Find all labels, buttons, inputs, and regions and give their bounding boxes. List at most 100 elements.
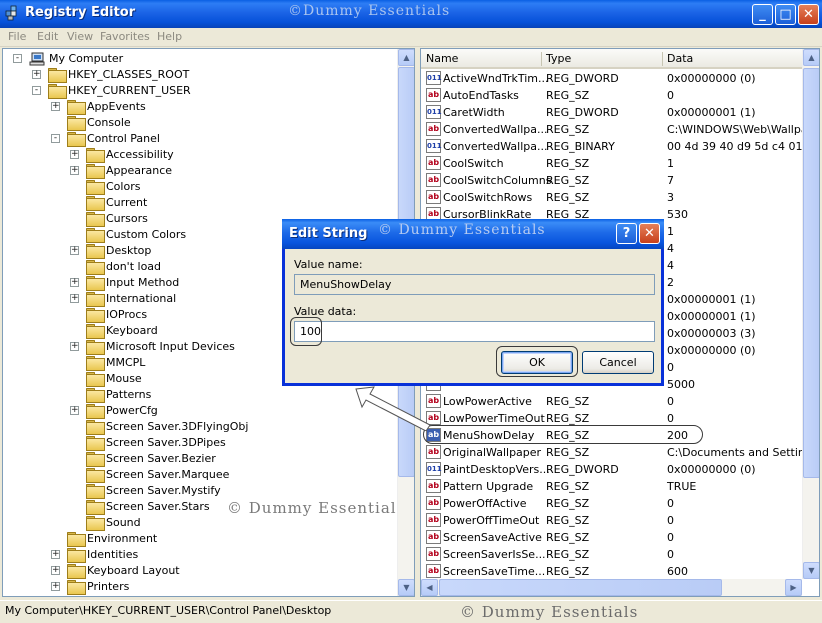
tree-item[interactable]: Colors <box>3 179 393 195</box>
column-separator <box>541 52 542 66</box>
scroll-up-icon[interactable]: ▲ <box>398 49 414 66</box>
tree-item[interactable]: Environment <box>3 531 393 547</box>
list-row[interactable]: ab CoolSwitchRows REG_SZ 3 <box>421 189 803 206</box>
column-type[interactable]: Type <box>546 52 571 65</box>
value-data: 530 <box>667 208 688 221</box>
list-row[interactable]: ab Pattern Upgrade REG_SZ TRUE <box>421 478 803 495</box>
list-scroll-thumb[interactable] <box>803 68 819 478</box>
tree-item[interactable]: + PowerCfg <box>3 403 393 419</box>
tree-item[interactable]: + AppEvents <box>3 99 393 115</box>
menu-favorites[interactable]: Favorites <box>100 30 150 43</box>
list-horizontal-scrollbar[interactable]: ◀ ▶ <box>421 579 802 596</box>
list-row[interactable]: ab PowerOffActive REG_SZ 0 <box>421 495 803 512</box>
expand-icon[interactable]: + <box>70 294 79 303</box>
value-name: ConvertedWallpa... <box>443 140 548 153</box>
expand-icon[interactable]: + <box>70 278 79 287</box>
expand-icon[interactable]: + <box>32 70 41 79</box>
list-row[interactable]: ab OriginalWallpaper REG_SZ C:\Documents an… <box>421 444 819 461</box>
string-value-icon: ab <box>426 190 441 204</box>
edit-string-dialog: Edit String © Dummy Essentials ? ✕ Value… <box>282 219 664 386</box>
string-value-icon: ab <box>426 122 441 136</box>
scroll-left-icon[interactable]: ◀ <box>421 579 438 596</box>
tree-item[interactable]: - Control Panel <box>3 131 393 147</box>
tree-item[interactable]: Screen Saver.Marquee <box>3 467 393 483</box>
expand-icon[interactable]: + <box>70 342 79 351</box>
tree-item[interactable]: Screen Saver.3DPipes <box>3 435 393 451</box>
tree-item[interactable]: - My Computer <box>3 51 393 67</box>
tree-item[interactable]: Screen Saver.Mystify <box>3 483 393 499</box>
tree-item[interactable]: - HKEY_CURRENT_USER <box>3 83 393 99</box>
expand-icon[interactable]: + <box>70 246 79 255</box>
tree-item[interactable]: Screen Saver.Bezier <box>3 451 393 467</box>
close-button[interactable]: ✕ <box>798 4 819 25</box>
list-row[interactable]: ab AutoEndTasks REG_SZ 0 <box>421 87 803 104</box>
list-row[interactable]: 011 ConvertedWallpa... REG_BINARY 00 4d 39 … <box>421 138 803 155</box>
list-row[interactable]: 011 PaintDesktopVers... REG_DWORD 0x0000000… <box>421 461 803 478</box>
column-name[interactable]: Name <box>426 52 458 65</box>
dialog-title-bar[interactable]: Edit String © Dummy Essentials ? ✕ <box>282 219 664 249</box>
title-bar[interactable]: Registry Editor ©Dummy Essentials _ □ ✕ <box>0 0 822 28</box>
tree-item[interactable]: + Appearance <box>3 163 393 179</box>
list-row[interactable]: ab ScreenSaveTime... REG_SZ 600 <box>421 563 803 580</box>
expand-icon[interactable]: + <box>70 166 79 175</box>
value-name: Pattern Upgrade <box>443 480 534 493</box>
tree-item[interactable]: Patterns <box>3 387 393 403</box>
list-row[interactable]: ab ScreenSaveActive REG_SZ 0 <box>421 529 803 546</box>
menu-file[interactable]: File <box>8 30 26 43</box>
menu-help[interactable]: Help <box>157 30 182 43</box>
expand-icon[interactable]: + <box>70 150 79 159</box>
value-name-field: MenuShowDelay <box>294 274 655 295</box>
tree-item[interactable]: Console <box>3 115 393 131</box>
value-name: ActiveWndTrkTim... <box>443 72 549 85</box>
list-row[interactable]: ab ConvertedWallpa... REG_SZ C:\WINDOWS\Web… <box>421 121 815 138</box>
value-name: OriginalWallpaper <box>443 446 542 459</box>
tree-item[interactable]: + Identities <box>3 547 393 563</box>
tree-item[interactable]: + Keyboard Layout <box>3 563 393 579</box>
list-row-selected[interactable]: ab MenuShowDelay REG_SZ 200 <box>421 425 803 444</box>
tree-item[interactable]: + HKEY_CLASSES_ROOT <box>3 67 393 83</box>
list-row[interactable]: ab CoolSwitchColumns REG_SZ 7 <box>421 172 803 189</box>
collapse-icon[interactable]: - <box>32 86 41 95</box>
expand-icon[interactable]: + <box>51 550 60 559</box>
binary-value-icon: 011 <box>426 139 442 153</box>
list-row[interactable]: ab ScreenSaverIsSe... REG_SZ 0 <box>421 546 803 563</box>
list-row[interactable]: ab PowerOffTimeOut REG_SZ 0 <box>421 512 803 529</box>
list-row[interactable]: 011 ActiveWndTrkTim... REG_DWORD 0x00000000… <box>421 70 803 87</box>
column-data[interactable]: Data <box>667 52 693 65</box>
scroll-up-icon[interactable]: ▲ <box>803 49 819 66</box>
scroll-down-icon[interactable]: ▼ <box>803 562 819 579</box>
value-data: 0 <box>667 361 674 374</box>
tree-item[interactable]: Sound <box>3 515 393 531</box>
tree-item[interactable]: Screen Saver.3DFlyingObj <box>3 419 393 435</box>
ok-button[interactable]: OK <box>501 351 573 374</box>
minimize-button[interactable]: _ <box>752 4 773 25</box>
scroll-down-icon[interactable]: ▼ <box>398 579 414 596</box>
expand-icon[interactable]: + <box>70 406 79 415</box>
cancel-button[interactable]: Cancel <box>582 351 654 374</box>
collapse-icon[interactable]: - <box>13 54 22 63</box>
dialog-close-button[interactable]: ✕ <box>639 223 660 244</box>
menu-edit[interactable]: Edit <box>37 30 58 43</box>
expand-icon[interactable]: + <box>51 582 60 591</box>
collapse-icon[interactable]: - <box>51 134 60 143</box>
list-hscroll-thumb[interactable] <box>439 579 722 596</box>
list-row[interactable]: ab LowPowerActive REG_SZ 0 <box>421 393 803 410</box>
list-row[interactable]: ab CoolSwitch REG_SZ 1 <box>421 155 803 172</box>
tree-item[interactable]: + Printers <box>3 579 393 595</box>
value-data-input[interactable]: 100 <box>294 321 655 342</box>
help-button[interactable]: ? <box>616 223 637 244</box>
tree-item[interactable]: + Accessibility <box>3 147 393 163</box>
scroll-right-icon[interactable]: ▶ <box>785 579 802 596</box>
tree-item-label: Keyboard <box>106 324 158 337</box>
tree-item[interactable]: Current <box>3 195 393 211</box>
expand-icon[interactable]: + <box>51 566 60 575</box>
tree-item-label: MMCPL <box>106 356 146 369</box>
value-data-highlight <box>290 317 322 346</box>
list-vertical-scrollbar[interactable]: ▲ ▼ <box>802 49 819 579</box>
expand-icon[interactable]: + <box>51 102 60 111</box>
tree-item-label: Screen Saver.Bezier <box>106 452 216 465</box>
menu-view[interactable]: View <box>67 30 93 43</box>
value-data: 4 <box>667 242 674 255</box>
list-row[interactable]: 011 CaretWidth REG_DWORD 0x00000001 (1) <box>421 104 803 121</box>
maximize-button[interactable]: □ <box>775 4 796 25</box>
